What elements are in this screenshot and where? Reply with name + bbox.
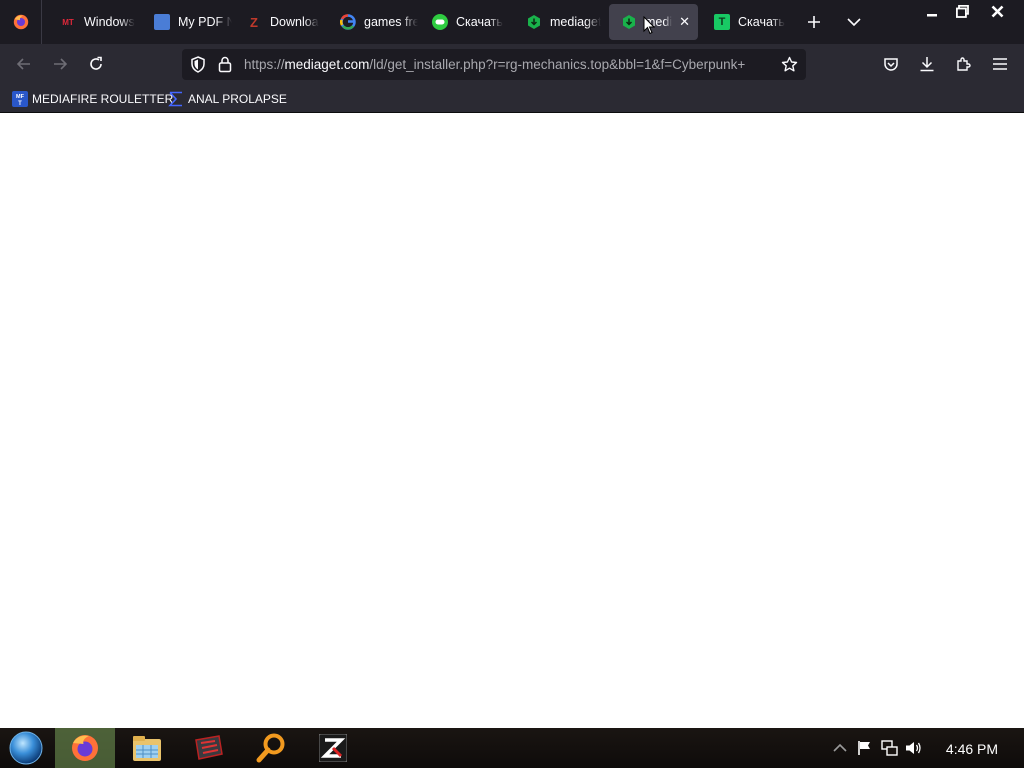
chevron-down-icon (847, 18, 861, 27)
action-center-flag[interactable] (854, 728, 876, 768)
page-content[interactable] (0, 113, 1024, 728)
chevron-up-icon (833, 743, 847, 752)
t-icon: T (714, 14, 730, 30)
google-icon (340, 14, 356, 30)
search-icon (256, 733, 285, 763)
start-button[interactable] (0, 728, 52, 768)
file-explorer-icon (133, 736, 161, 761)
minimize-button[interactable] (915, 0, 949, 22)
url-host: mediaget.com (284, 57, 370, 72)
gamepad-icon (432, 14, 448, 30)
forward-button[interactable] (44, 48, 76, 80)
extensions-button[interactable] (948, 48, 980, 80)
tab-strip: MT Windows My PDF N Z Downloa games fre … (0, 0, 1024, 44)
mediaget-icon (526, 14, 542, 30)
reload-button[interactable] (80, 48, 112, 80)
url-text[interactable]: https://mediaget.com/ld/get_installer.ph… (244, 49, 772, 80)
firefox-view-button[interactable] (0, 0, 42, 44)
open-menu-button[interactable] (984, 48, 1016, 80)
taskbar: 4:46 PM (0, 728, 1024, 768)
lock-icon[interactable] (218, 56, 232, 78)
hamburger-menu-icon (993, 58, 1007, 70)
tab-download[interactable]: Z Downloa (234, 4, 324, 40)
mft-icon: MF T (12, 91, 28, 107)
taskbar-firefox[interactable] (55, 728, 115, 768)
url-scheme: https:// (244, 57, 285, 72)
tab-skachat-1[interactable]: Скачать (420, 4, 510, 40)
taskbar-file-explorer[interactable] (117, 728, 177, 768)
bookmark-label: MEDIAFIRE ROULETTER (32, 92, 174, 106)
close-icon (991, 5, 1003, 17)
restore-icon (955, 4, 969, 18)
pocket-button[interactable] (875, 48, 907, 80)
svg-text:T: T (18, 101, 22, 107)
show-hidden-icons-button[interactable] (830, 728, 850, 768)
bookmark-anal-prolapse[interactable]: ANAL PROLAPSE (168, 89, 287, 109)
tab-mediaget-1[interactable]: mediaget (514, 4, 604, 40)
reload-icon (90, 56, 102, 70)
tab-label: Скачать (456, 15, 503, 29)
network-icon (880, 740, 898, 756)
firefox-icon (72, 735, 98, 761)
puzzle-icon (957, 57, 971, 71)
tab-label: Downloa (270, 15, 319, 29)
back-button[interactable] (8, 48, 40, 80)
flag-icon (858, 741, 870, 755)
new-tab-button[interactable] (794, 0, 834, 44)
svg-text:MF: MF (16, 94, 25, 100)
back-arrow-icon (16, 58, 30, 70)
taskbar-z-app[interactable] (303, 728, 363, 768)
network-tray[interactable] (878, 728, 900, 768)
tracking-protection-shield-icon[interactable] (190, 56, 206, 78)
mouse-cursor-icon (643, 16, 655, 35)
tab-skachat-2[interactable]: T Скачать (702, 4, 792, 40)
speaker-icon (905, 742, 921, 754)
download-icon (920, 57, 934, 72)
minimize-icon (927, 14, 937, 17)
bookmark-mediafire-rouletter[interactable]: MF T MEDIAFIRE ROULETTER (12, 89, 173, 109)
pdf-icon (154, 14, 170, 30)
downloads-button[interactable] (911, 48, 943, 80)
firefox-icon (13, 14, 28, 30)
app-icon (195, 735, 223, 760)
bookmarks-toolbar: MF T MEDIAFIRE ROULETTER ANAL PROLAPSE (0, 85, 1024, 113)
close-window-button[interactable] (980, 0, 1014, 22)
bookmark-star-icon[interactable] (781, 56, 798, 78)
system-clock[interactable]: 4:46 PM (934, 728, 1010, 768)
mediaget-icon (621, 14, 637, 30)
url-path: /ld/get_installer.php?r=rg-mechanics.top… (369, 57, 746, 72)
tab-label: Скачать (738, 15, 785, 29)
address-bar[interactable]: https://mediaget.com/ld/get_installer.ph… (182, 49, 806, 80)
start-orb-icon (9, 731, 43, 765)
navigation-toolbar: https://mediaget.com/ld/get_installer.ph… (0, 44, 1024, 85)
mt-icon: MT (62, 17, 74, 27)
forward-arrow-icon (54, 58, 68, 70)
sigma-icon (168, 91, 182, 107)
tab-label: Windows (84, 15, 135, 29)
taskbar-app[interactable] (179, 728, 239, 768)
tab-windows[interactable]: MT Windows (48, 4, 138, 40)
tab-label: My PDF N (178, 15, 232, 29)
browser-window: MT Windows My PDF N Z Downloa games fre … (0, 0, 1024, 768)
tab-my-pdf[interactable]: My PDF N (142, 4, 232, 40)
volume-tray[interactable] (902, 728, 924, 768)
tab-label: mediaget (550, 15, 602, 29)
plus-icon (808, 16, 820, 28)
pocket-icon (884, 58, 898, 71)
tab-games[interactable]: games fre (328, 4, 418, 40)
z-icon: Z (250, 14, 258, 30)
tab-label: games fre (364, 15, 418, 29)
bookmark-label: ANAL PROLAPSE (188, 92, 287, 106)
close-tab-icon[interactable]: ✕ (679, 14, 690, 30)
z-app-icon (319, 734, 347, 762)
taskbar-search-app[interactable] (241, 728, 301, 768)
restore-button[interactable] (945, 0, 979, 22)
list-all-tabs-button[interactable] (834, 0, 874, 44)
